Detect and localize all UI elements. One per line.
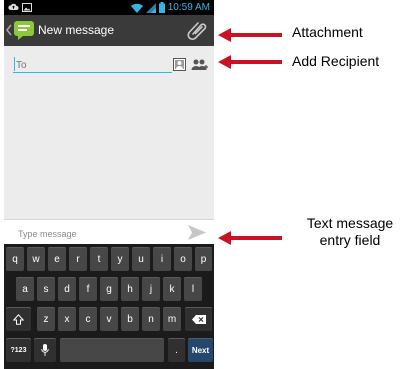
attachment-arrow [218, 28, 282, 42]
mic-icon [41, 344, 49, 356]
key-space[interactable] [60, 338, 164, 362]
wifi-icon [130, 3, 143, 13]
image-icon [22, 3, 32, 12]
key-s[interactable]: s [37, 277, 55, 301]
key-n[interactable]: n [142, 307, 160, 331]
contact-card-icon[interactable] [173, 58, 186, 71]
attachment-label: Attachment [292, 24, 363, 40]
key-t[interactable]: t [90, 247, 108, 271]
compose-bar [4, 219, 214, 245]
add-recipient-label: Add Recipient [292, 53, 380, 69]
key-o[interactable]: o [174, 247, 192, 271]
key-mic[interactable] [34, 338, 56, 362]
paperclip-icon[interactable] [186, 19, 208, 41]
message-input[interactable] [16, 225, 180, 242]
key-b[interactable]: b [121, 307, 139, 331]
backspace-icon [191, 314, 206, 324]
key-r[interactable]: r [69, 247, 87, 271]
status-bar: 10:59 AM [4, 0, 214, 15]
key-p[interactable]: p [195, 247, 212, 271]
text-entry-label: Text message entry field [290, 215, 410, 249]
battery-icon [158, 2, 165, 13]
text-cursor [14, 57, 15, 71]
key-i[interactable]: i [153, 247, 171, 271]
key-q[interactable]: q [6, 247, 24, 271]
keyboard: q w e r t y u i o p a s d f g h j k l z … [4, 244, 214, 369]
key-l[interactable]: l [184, 277, 202, 301]
key-h[interactable]: h [121, 277, 139, 301]
key-k[interactable]: k [163, 277, 181, 301]
key-m[interactable]: m [163, 307, 181, 331]
key-e[interactable]: e [48, 247, 66, 271]
key-symbols[interactable]: ?123 [6, 338, 31, 362]
phone-screen: 10:59 AM New message To Type message q w… [4, 0, 214, 369]
action-bar-title: New message [38, 23, 115, 37]
key-f[interactable]: f [79, 277, 97, 301]
to-field[interactable] [13, 58, 172, 73]
status-left [8, 2, 48, 13]
status-right: 10:59 AM [130, 1, 210, 14]
key-next[interactable]: Next [188, 338, 213, 362]
key-period[interactable]: . [168, 338, 185, 362]
key-v[interactable]: v [100, 307, 118, 331]
key-shift[interactable] [6, 307, 31, 331]
recipient-row [4, 46, 214, 76]
key-d[interactable]: d [58, 277, 76, 301]
messaging-app-icon[interactable] [13, 19, 35, 41]
shift-icon [13, 313, 24, 325]
signal-icon [145, 2, 156, 13]
key-j[interactable]: j [142, 277, 160, 301]
key-u[interactable]: u [132, 247, 150, 271]
add-recipient-arrow [218, 55, 282, 69]
key-x[interactable]: x [58, 307, 76, 331]
send-icon[interactable] [188, 225, 206, 240]
key-g[interactable]: g [100, 277, 118, 301]
status-clock: 10:59 AM [167, 2, 210, 13]
text-entry-label-line2: entry field [319, 232, 381, 248]
cloud-upload-icon [8, 3, 19, 10]
key-c[interactable]: c [79, 307, 97, 331]
key-backspace[interactable] [185, 307, 212, 331]
back-chevron-icon[interactable] [6, 24, 12, 36]
key-y[interactable]: y [111, 247, 129, 271]
key-w[interactable]: w [27, 247, 45, 271]
action-bar: New message [4, 15, 214, 46]
text-entry-arrow [218, 231, 282, 245]
text-entry-label-line1: Text message [306, 215, 394, 231]
conversation-area [4, 76, 214, 219]
add-people-icon[interactable] [191, 58, 208, 71]
key-a[interactable]: a [16, 277, 34, 301]
key-z[interactable]: z [37, 307, 55, 331]
